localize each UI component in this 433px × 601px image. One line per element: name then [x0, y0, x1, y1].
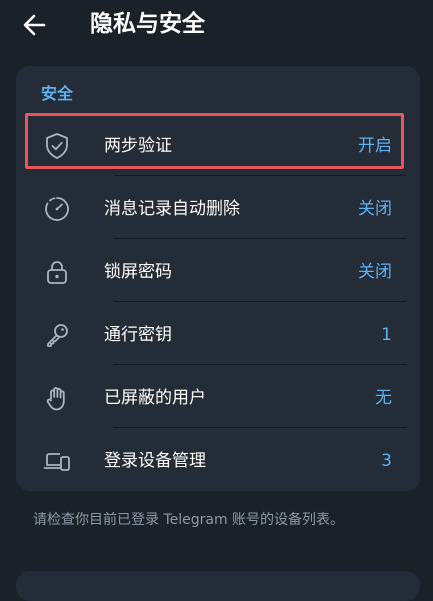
key-icon	[42, 320, 72, 350]
auto-delete-messages-label: 消息记录自动删除	[104, 199, 240, 219]
divider	[114, 301, 406, 302]
timer-icon	[42, 194, 72, 224]
hand-icon	[42, 383, 72, 413]
blocked-users-item[interactable]: 已屏蔽的用户 无	[26, 368, 406, 428]
divider	[114, 238, 406, 239]
back-button[interactable]	[20, 10, 50, 40]
next-section-card	[16, 571, 420, 601]
passkeys-item[interactable]: 通行密钥 1	[26, 305, 406, 365]
divider	[114, 175, 406, 176]
passcode-lock-value: 关闭	[358, 262, 392, 282]
app-header: 隐私与安全	[0, 0, 433, 54]
blocked-users-label: 已屏蔽的用户	[104, 388, 206, 408]
devices-label: 登录设备管理	[104, 451, 206, 471]
auto-delete-messages-value: 关闭	[358, 199, 392, 219]
blocked-users-value: 无	[375, 388, 392, 408]
devices-item[interactable]: 登录设备管理 3	[26, 431, 406, 491]
devices-icon	[42, 446, 72, 476]
divider	[114, 364, 406, 365]
divider	[114, 427, 406, 428]
arrow-left-icon	[23, 14, 46, 36]
auto-delete-messages-item[interactable]: 消息记录自动删除 关闭	[26, 179, 406, 239]
page-title: 隐私与安全	[90, 11, 205, 37]
highlight-box	[25, 113, 404, 169]
passcode-lock-item[interactable]: 锁屏密码 关闭	[26, 242, 406, 302]
passcode-lock-label: 锁屏密码	[104, 262, 172, 282]
passkeys-value: 1	[381, 325, 392, 345]
section-title-security: 安全	[41, 84, 74, 103]
devices-value: 3	[381, 451, 392, 471]
passkeys-label: 通行密钥	[104, 325, 172, 345]
devices-footnote: 请检查你目前已登录 Telegram 账号的设备列表。	[33, 512, 345, 528]
lock-icon	[42, 257, 72, 287]
